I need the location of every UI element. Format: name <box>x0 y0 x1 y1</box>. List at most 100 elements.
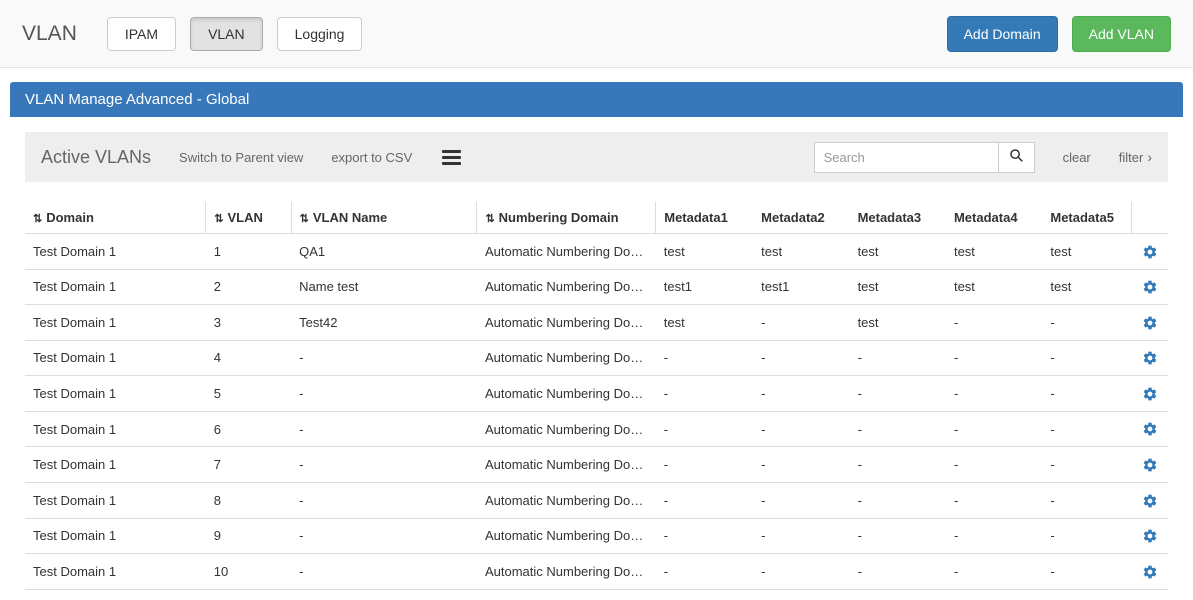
cell-metadata4: - <box>946 305 1042 341</box>
cell-actions <box>1132 376 1168 412</box>
cell-metadata4: - <box>946 518 1042 554</box>
cell-numbering-domain: Automatic Numbering Doma… <box>477 376 656 412</box>
cell-metadata5: - <box>1042 554 1131 590</box>
page-title: VLAN <box>22 22 77 46</box>
cell-metadata2: - <box>753 305 849 341</box>
cell-metadata1: test <box>656 305 753 341</box>
table-row: Test Domain 14-Automatic Numbering Doma…… <box>25 340 1168 376</box>
row-settings-gear-icon[interactable] <box>1142 492 1158 509</box>
cell-domain: Test Domain 1 <box>25 447 206 483</box>
cell-metadata3: - <box>850 411 946 447</box>
cell-metadata1: - <box>656 482 753 518</box>
row-settings-gear-icon[interactable] <box>1142 385 1158 402</box>
nav-button-ipam[interactable]: IPAM <box>107 17 176 51</box>
column-header-domain[interactable]: ⇅Domain <box>25 202 206 234</box>
cell-metadata5: - <box>1042 376 1131 412</box>
cell-metadata3: test <box>850 305 946 341</box>
column-header-label: VLAN Name <box>313 210 387 225</box>
row-settings-gear-icon[interactable] <box>1142 279 1158 296</box>
cell-domain: Test Domain 1 <box>25 234 206 270</box>
cell-vlan-name: - <box>291 376 477 412</box>
cell-vlan: 4 <box>206 340 291 376</box>
cell-metadata5: - <box>1042 482 1131 518</box>
cell-metadata1: - <box>656 376 753 412</box>
add-vlan-button[interactable]: Add VLAN <box>1072 16 1171 52</box>
switch-to-parent-view-link[interactable]: Switch to Parent view <box>179 150 303 165</box>
column-header-vlan[interactable]: ⇅VLAN <box>206 202 291 234</box>
column-header-vlan-name[interactable]: ⇅VLAN Name <box>291 202 477 234</box>
cell-metadata2: - <box>753 376 849 412</box>
row-settings-gear-icon[interactable] <box>1142 563 1158 580</box>
cell-metadata3: - <box>850 447 946 483</box>
table-row: Test Domain 17-Automatic Numbering Doma…… <box>25 447 1168 483</box>
column-header-label: VLAN <box>228 210 263 225</box>
cell-vlan: 7 <box>206 447 291 483</box>
add-domain-button[interactable]: Add Domain <box>947 16 1058 52</box>
filter-link-label: filter <box>1119 150 1144 165</box>
cell-vlan: 5 <box>206 376 291 412</box>
cell-metadata1: test <box>656 234 753 270</box>
nav-button-vlan[interactable]: VLAN <box>190 17 263 51</box>
cell-actions <box>1132 234 1168 270</box>
row-settings-gear-icon[interactable] <box>1142 528 1158 545</box>
row-settings-gear-icon[interactable] <box>1142 421 1158 438</box>
cell-metadata2: - <box>753 411 849 447</box>
cell-domain: Test Domain 1 <box>25 340 206 376</box>
table-row: Test Domain 18-Automatic Numbering Doma…… <box>25 482 1168 518</box>
table-row: Test Domain 13Test42Automatic Numbering … <box>25 305 1168 341</box>
search-icon <box>1009 148 1024 166</box>
menu-icon[interactable] <box>440 145 463 170</box>
search-input[interactable] <box>814 142 999 173</box>
row-settings-gear-icon[interactable] <box>1142 456 1158 473</box>
filter-link[interactable]: filter› <box>1119 149 1152 165</box>
row-settings-gear-icon[interactable] <box>1142 314 1158 331</box>
cell-metadata4: - <box>946 447 1042 483</box>
cell-vlan: 6 <box>206 411 291 447</box>
row-settings-gear-icon[interactable] <box>1142 350 1158 367</box>
table-body: Test Domain 11QA1Automatic Numbering Dom… <box>25 234 1168 590</box>
cell-actions <box>1132 269 1168 305</box>
cell-metadata5: - <box>1042 411 1131 447</box>
cell-actions <box>1132 305 1168 341</box>
table-row: Test Domain 11QA1Automatic Numbering Dom… <box>25 234 1168 270</box>
cell-vlan: 9 <box>206 518 291 554</box>
clear-link[interactable]: clear <box>1063 150 1091 165</box>
vlan-manage-panel: VLAN Manage Advanced - Global Active VLA… <box>10 82 1183 590</box>
column-header-label: Metadata5 <box>1050 210 1114 225</box>
cell-numbering-domain: Automatic Numbering Doma… <box>477 305 656 341</box>
cell-metadata1: - <box>656 411 753 447</box>
table-header-row: ⇅Domain⇅VLAN⇅VLAN Name⇅Numbering DomainM… <box>25 202 1168 234</box>
cell-numbering-domain: Automatic Numbering Doma… <box>477 518 656 554</box>
cell-numbering-domain: Automatic Numbering Doma… <box>477 554 656 590</box>
cell-actions <box>1132 447 1168 483</box>
cell-metadata5: - <box>1042 305 1131 341</box>
cell-domain: Test Domain 1 <box>25 376 206 412</box>
table-row: Test Domain 110 - Automatic Numbering Doma… <box>25 554 1168 590</box>
nav-button-logging[interactable]: Logging <box>277 17 363 51</box>
cell-vlan-name: QA1 <box>291 234 477 270</box>
sort-icon: ⇅ <box>33 213 42 225</box>
cell-domain: Test Domain 1 <box>25 411 206 447</box>
cell-vlan: 10 <box>206 554 291 590</box>
cell-metadata1: - <box>656 447 753 483</box>
column-header-numbering-domain[interactable]: ⇅Numbering Domain <box>477 202 656 234</box>
cell-metadata2: test1 <box>753 269 849 305</box>
cell-metadata1: - <box>656 340 753 376</box>
cell-metadata2: - <box>753 482 849 518</box>
cell-vlan: 1 <box>206 234 291 270</box>
cell-metadata4: test <box>946 269 1042 305</box>
cell-metadata2: - <box>753 447 849 483</box>
column-header-label: Numbering Domain <box>499 210 619 225</box>
cell-domain: Test Domain 1 <box>25 554 206 590</box>
row-settings-gear-icon[interactable] <box>1142 243 1158 260</box>
cell-metadata2: - <box>753 554 849 590</box>
cell-metadata4: - <box>946 482 1042 518</box>
cell-actions <box>1132 554 1168 590</box>
export-to-csv-link[interactable]: export to CSV <box>331 150 412 165</box>
cell-numbering-domain: Automatic Numbering Doma… <box>477 447 656 483</box>
search-button[interactable] <box>999 142 1035 173</box>
cell-metadata3: test <box>850 234 946 270</box>
column-header-metadata5: Metadata5 <box>1042 202 1131 234</box>
cell-metadata2: - <box>753 340 849 376</box>
table-toolbar: Active VLANs Switch to Parent view expor… <box>25 132 1168 182</box>
